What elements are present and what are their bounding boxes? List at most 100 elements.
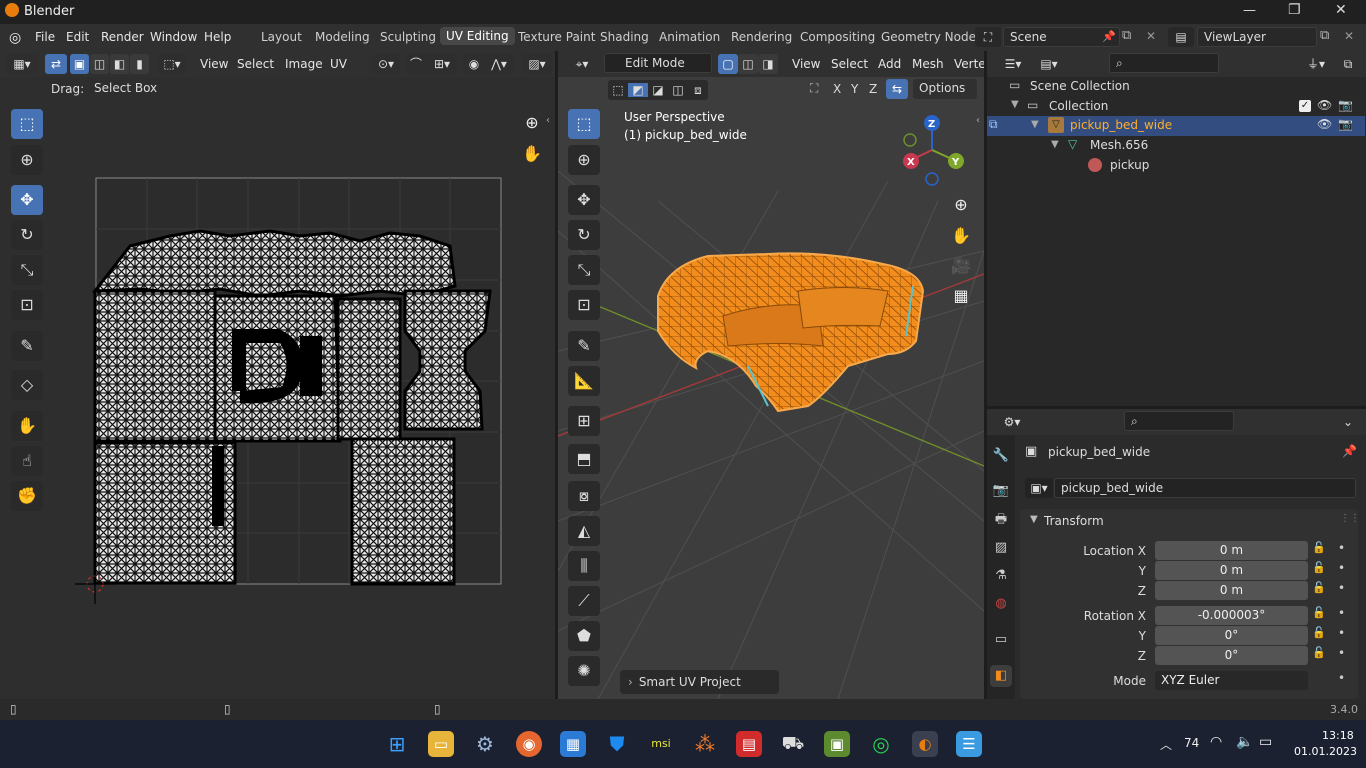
- select-extend-icon[interactable]: ◩: [628, 83, 648, 97]
- lock-icon[interactable]: 🔓: [1312, 606, 1326, 619]
- vp-tool-poly-build[interactable]: ⬟: [568, 621, 600, 651]
- view-layer-field[interactable]: ViewLayer: [1197, 27, 1317, 47]
- tab-modeling[interactable]: Modeling: [315, 30, 370, 44]
- lock-icon[interactable]: 🔓: [1312, 581, 1326, 594]
- outliner-row-scene-collection[interactable]: ▭ Scene Collection: [987, 77, 1365, 97]
- keyframe-dot-icon[interactable]: •: [1338, 671, 1345, 685]
- outliner-search-input[interactable]: ⌕: [1109, 53, 1219, 73]
- properties-editor-type-icon[interactable]: ⚙▾: [997, 412, 1027, 432]
- select-subtract-icon[interactable]: ◪: [648, 83, 668, 97]
- tab-rendering[interactable]: Rendering: [731, 30, 792, 44]
- settings-icon[interactable]: ⚙: [472, 731, 498, 757]
- rotation-x-field[interactable]: -0.000003°: [1155, 606, 1308, 625]
- vp-tool-select-box[interactable]: ⬚: [568, 109, 600, 139]
- vp-menu-view[interactable]: View: [792, 57, 820, 71]
- display-mode-dropdown[interactable]: ▤▾: [1034, 54, 1064, 74]
- battery-icon[interactable]: ▭: [1259, 734, 1272, 750]
- view-layer-icon[interactable]: ▤: [1168, 27, 1194, 47]
- keyframe-dot-icon[interactable]: •: [1338, 626, 1345, 640]
- tab-animation[interactable]: Animation: [659, 30, 720, 44]
- object-tab-icon[interactable]: ◧: [990, 665, 1012, 687]
- location-z-field[interactable]: 0 m: [1155, 581, 1308, 600]
- ortho-toggle-icon[interactable]: ▦: [947, 282, 975, 310]
- tab-shading[interactable]: Shading: [600, 30, 649, 44]
- firefox-icon[interactable]: ◉: [516, 731, 542, 757]
- keyframe-dot-icon[interactable]: •: [1338, 606, 1345, 620]
- vp-tool-scale[interactable]: ⤡: [568, 255, 600, 285]
- wifi-icon[interactable]: ◠: [1210, 734, 1222, 750]
- rotation-z-field[interactable]: 0°: [1155, 646, 1308, 665]
- clock-date[interactable]: 01.01.2023: [1294, 745, 1357, 758]
- mode-dropdown[interactable]: Edit Mode: [604, 53, 712, 73]
- location-x-field[interactable]: 0 m: [1155, 541, 1308, 560]
- tab-geometry-nodes[interactable]: Geometry Node: [881, 30, 976, 44]
- clock-time[interactable]: 13:18: [1322, 729, 1354, 742]
- defender-icon[interactable]: ⛊: [604, 731, 630, 757]
- scene-selector-icon[interactable]: ⛶: [975, 27, 1001, 47]
- location-y-field[interactable]: 0 m: [1155, 561, 1308, 580]
- filter-dropdown[interactable]: ⏚▾: [1301, 54, 1331, 74]
- blender-menu-icon[interactable]: ◎: [9, 30, 21, 46]
- gamemaker-icon[interactable]: ▤: [736, 731, 762, 757]
- vp-tool-annotate[interactable]: ✎: [568, 331, 600, 361]
- vp-tool-extrude[interactable]: ⬒: [568, 444, 600, 474]
- disclosure-triangle-icon[interactable]: ▼: [1051, 139, 1059, 150]
- tab-layout[interactable]: Layout: [261, 30, 302, 44]
- tool-tab-icon[interactable]: 🔧: [990, 445, 1012, 467]
- visibility-eye-icon[interactable]: 👁: [1317, 98, 1332, 112]
- pickup-bed-mesh[interactable]: [648, 246, 938, 421]
- vp-menu-vertex[interactable]: Verte: [954, 57, 984, 71]
- tab-compositing[interactable]: Compositing: [800, 30, 875, 44]
- world-tab-icon[interactable]: ◍: [990, 593, 1012, 615]
- tab-texture-paint[interactable]: Texture Paint: [518, 30, 595, 44]
- options-dropdown[interactable]: Options: [913, 79, 977, 99]
- tab-sculpting[interactable]: Sculpting: [380, 30, 436, 44]
- vp-tool-inset[interactable]: ⧇: [568, 481, 600, 511]
- microsoft-store-icon[interactable]: ▦: [560, 731, 586, 757]
- vp-tool-transform[interactable]: ⊡: [568, 290, 600, 320]
- mirror-y-toggle[interactable]: Y: [851, 82, 858, 96]
- outliner-row-mesh[interactable]: ▼ ▽ Mesh.656: [987, 136, 1365, 156]
- object-name-field[interactable]: pickup_bed_wide: [1054, 478, 1356, 498]
- maximize-button[interactable]: ❐: [1288, 2, 1301, 18]
- blender-taskbar-icon[interactable]: ◐: [912, 731, 938, 757]
- menu-render[interactable]: Render: [101, 30, 144, 44]
- mirror-x-toggle[interactable]: X: [833, 82, 841, 96]
- last-operator-panel[interactable]: › Smart UV Project: [620, 670, 779, 694]
- pin-icon[interactable]: 📌: [1102, 30, 1116, 43]
- vp-tool-rotate[interactable]: ↻: [568, 220, 600, 250]
- object-mode-icon[interactable]: ⧉: [989, 117, 998, 132]
- properties-search-input[interactable]: ⌕: [1124, 411, 1234, 431]
- start-menu-icon[interactable]: ⊞: [384, 731, 410, 757]
- chevron-up-icon[interactable]: ︿: [1160, 736, 1172, 753]
- vp-menu-mesh[interactable]: Mesh: [912, 57, 944, 71]
- menu-window[interactable]: Window: [150, 30, 197, 44]
- lock-icon[interactable]: 🔓: [1312, 561, 1326, 574]
- volume-icon[interactable]: 🔈: [1236, 734, 1253, 750]
- close-button[interactable]: ✕: [1335, 2, 1347, 18]
- menu-edit[interactable]: Edit: [66, 30, 89, 44]
- exclude-checkbox[interactable]: ✓: [1299, 100, 1311, 112]
- vp-tool-move[interactable]: ✥: [568, 185, 600, 215]
- delete-scene-icon[interactable]: ✕: [1146, 29, 1156, 43]
- rotation-y-field[interactable]: 0°: [1155, 626, 1308, 645]
- face-select-button[interactable]: ◨: [758, 54, 778, 74]
- viewport-sidebar-toggle-icon[interactable]: ‹: [976, 115, 980, 126]
- lock-icon[interactable]: 🔓: [1312, 541, 1326, 554]
- render-camera-icon[interactable]: 📷: [1338, 117, 1353, 131]
- delete-view-layer-icon[interactable]: ✕: [1344, 29, 1354, 43]
- properties-options-dropdown[interactable]: ⌄: [1337, 412, 1359, 432]
- vp-tool-measure[interactable]: 📐: [568, 366, 600, 396]
- viewport-editor-type-icon[interactable]: ⌖▾: [566, 54, 598, 74]
- new-view-layer-icon[interactable]: ⧉: [1320, 28, 1329, 43]
- msi-app-icon[interactable]: msi: [648, 731, 674, 757]
- vertex-select-button[interactable]: ▢: [718, 54, 738, 74]
- keyframe-dot-icon[interactable]: •: [1338, 581, 1345, 595]
- truck-game-icon[interactable]: ⛟: [780, 731, 806, 757]
- pin-properties-icon[interactable]: 📌: [1342, 444, 1357, 458]
- keyframe-dot-icon[interactable]: •: [1338, 646, 1345, 660]
- vp-menu-select[interactable]: Select: [831, 57, 868, 71]
- vp-tool-cursor[interactable]: ⊕: [568, 145, 600, 175]
- notepad-icon[interactable]: ☰: [956, 731, 982, 757]
- render-tab-icon[interactable]: 📷: [990, 480, 1012, 502]
